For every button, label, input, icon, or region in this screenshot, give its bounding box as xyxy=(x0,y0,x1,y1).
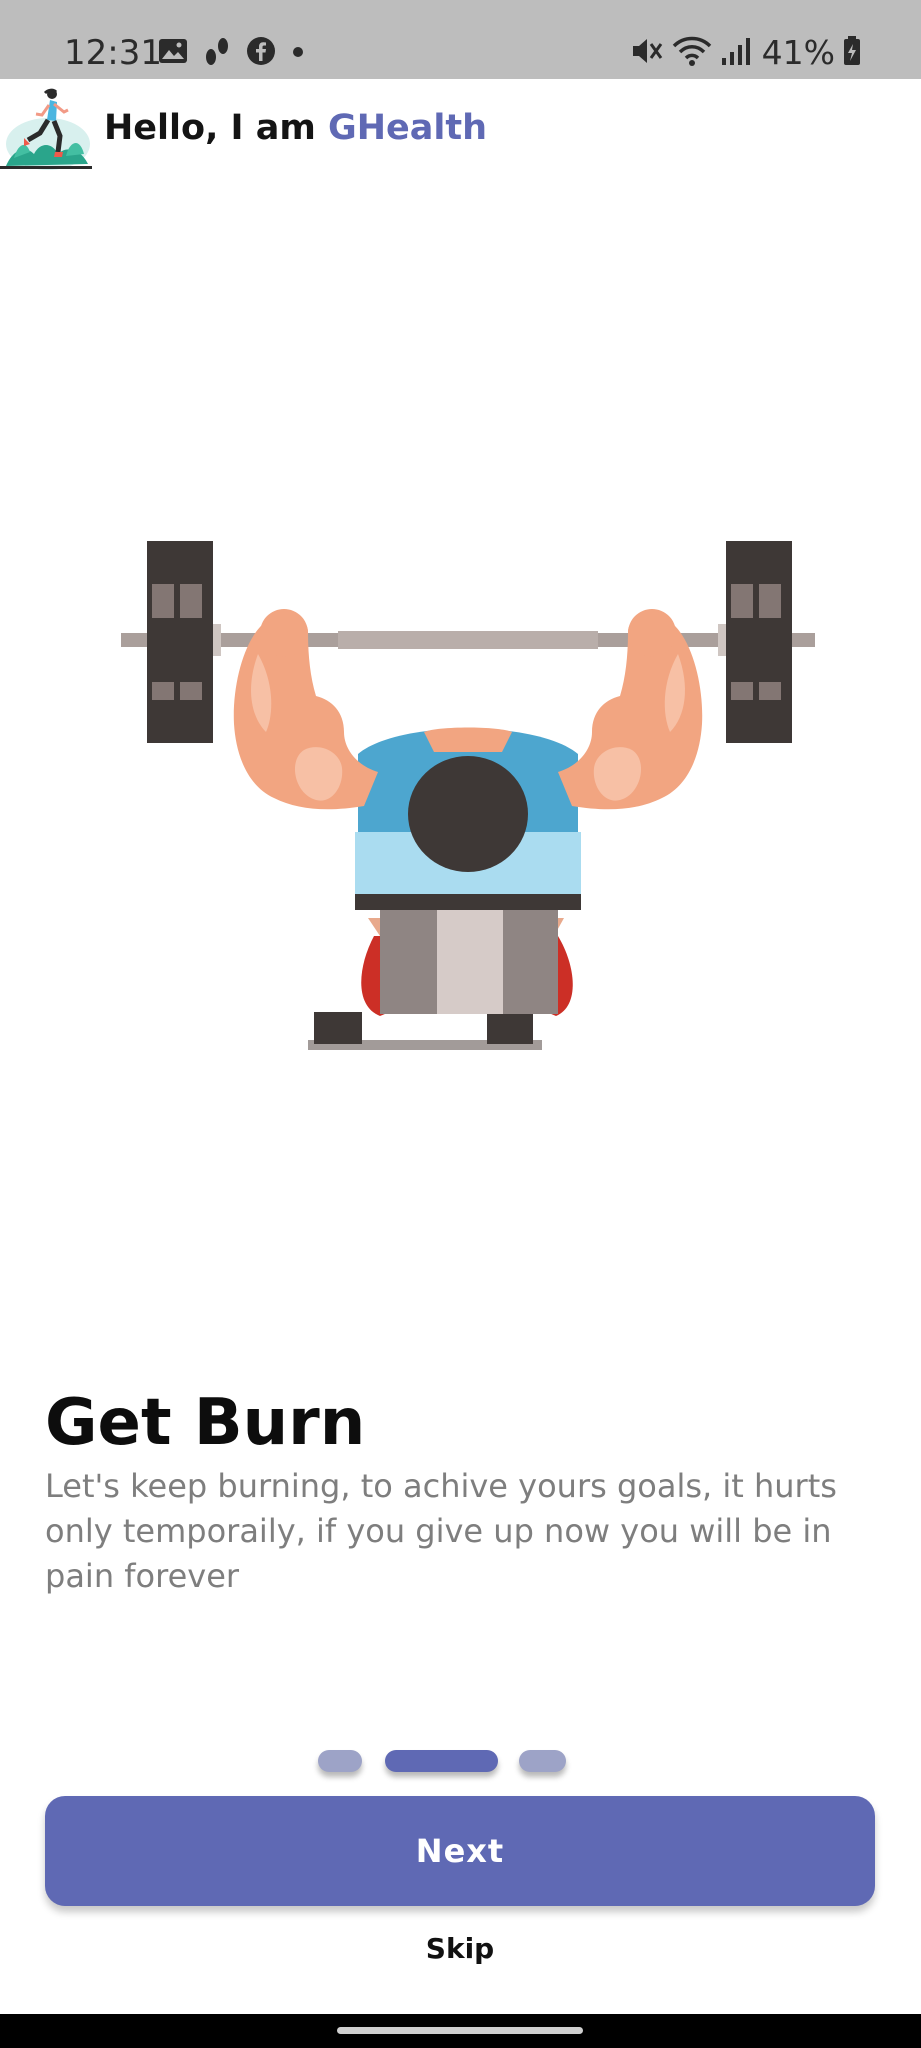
facebook-icon xyxy=(246,36,276,70)
header-title: Hello, I am GHealth xyxy=(104,104,487,152)
signal-icon xyxy=(720,36,752,70)
next-button[interactable]: Next xyxy=(45,1796,875,1906)
status-bar: 12:31 41% xyxy=(0,0,921,79)
page-dot-3[interactable] xyxy=(519,1750,566,1772)
slide-description: Let's keep burning, to achive yours goal… xyxy=(45,1467,837,1595)
slide-title: Get Burn xyxy=(45,1386,366,1460)
battery-charging-icon xyxy=(843,36,861,70)
skip-button[interactable]: Skip xyxy=(360,1924,560,1972)
app-header: Hello, I am GHealth xyxy=(0,80,921,180)
mute-icon xyxy=(630,35,664,71)
status-system-icons: 41% xyxy=(622,34,861,72)
home-indicator[interactable] xyxy=(337,2027,583,2034)
steps-icon xyxy=(203,35,231,71)
onboarding-screen: 12:31 41% Hello, I am GHealth Get Burn L… xyxy=(0,0,921,2048)
bench-press-illustration xyxy=(118,536,818,1050)
system-nav-bar xyxy=(0,2014,921,2048)
battery-percent: 41% xyxy=(761,33,835,72)
status-time: 12:31 xyxy=(64,33,162,73)
gallery-icon xyxy=(158,37,188,69)
page-dot-1[interactable] xyxy=(318,1750,362,1772)
page-dot-2-active[interactable] xyxy=(385,1750,498,1772)
runner-logo-icon xyxy=(0,88,92,172)
status-notification-icons xyxy=(158,36,320,70)
brand-name: GHealth xyxy=(328,108,488,148)
greeting-text: Hello, I am xyxy=(104,108,329,148)
dot-icon xyxy=(291,44,305,63)
page-indicator xyxy=(0,1750,921,1774)
wifi-icon xyxy=(672,35,712,71)
